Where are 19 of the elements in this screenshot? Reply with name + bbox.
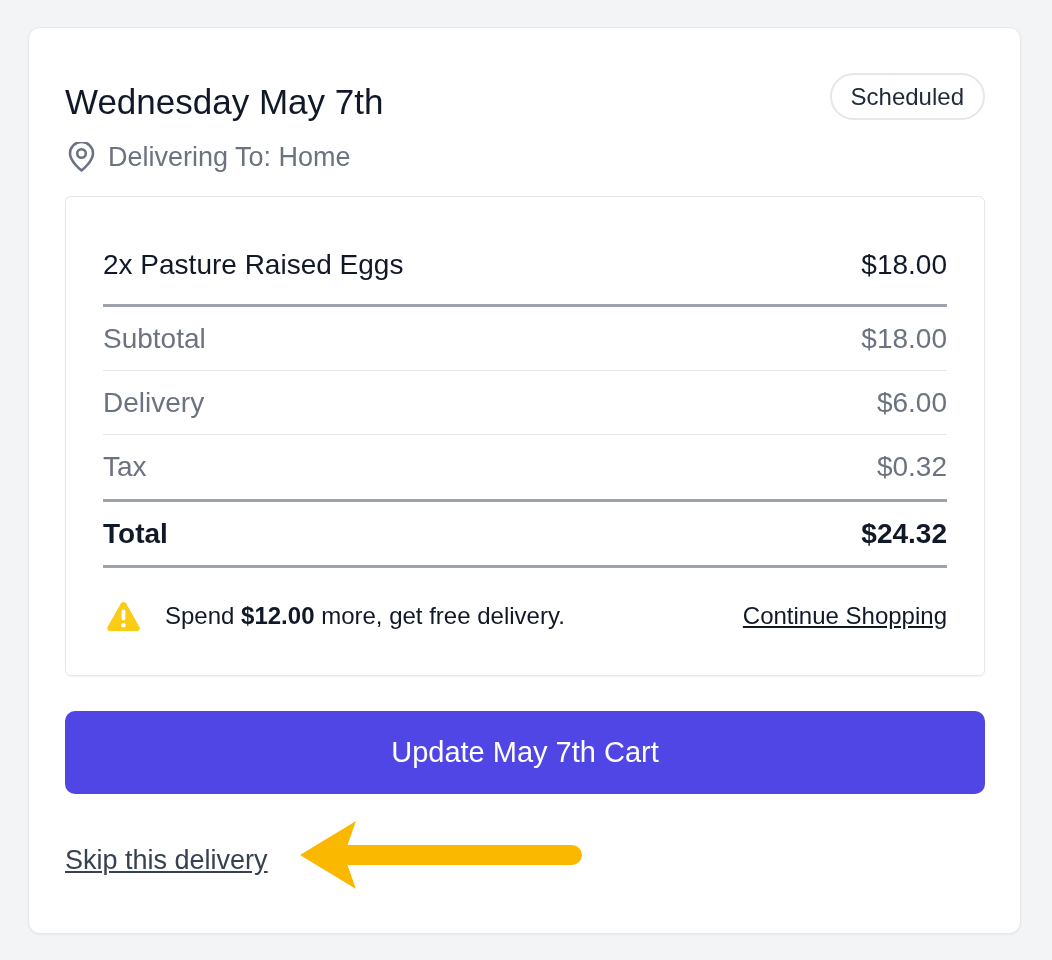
skip-delivery-link[interactable]: Skip this delivery xyxy=(65,838,268,882)
delivery-date-title: Wednesday May 7th xyxy=(65,81,384,123)
free-delivery-message: Spend $12.00 more, get free delivery. xyxy=(165,601,566,631)
summary-label: Delivery xyxy=(103,387,205,419)
delivery-location: Delivering To: Home xyxy=(108,141,351,174)
summary-label: Tax xyxy=(103,451,147,483)
continue-shopping-link[interactable]: Continue Shopping xyxy=(742,600,947,632)
warning-icon xyxy=(106,600,141,632)
total-amount: $24.32 xyxy=(861,518,947,550)
item-price: $18.00 xyxy=(861,248,947,282)
summary-label: Subtotal xyxy=(103,323,206,355)
map-pin-icon xyxy=(68,142,95,172)
total-label: Total xyxy=(103,518,168,550)
summary-amount: $0.32 xyxy=(876,451,947,483)
summary-amount: $6.00 xyxy=(876,387,947,419)
update-cart-button[interactable]: Update May 7th Cart xyxy=(65,711,985,794)
status-badge: Scheduled xyxy=(829,73,985,120)
summary-amount: $18.00 xyxy=(861,323,947,355)
item-name: 2x Pasture Raised Eggs xyxy=(103,248,404,282)
